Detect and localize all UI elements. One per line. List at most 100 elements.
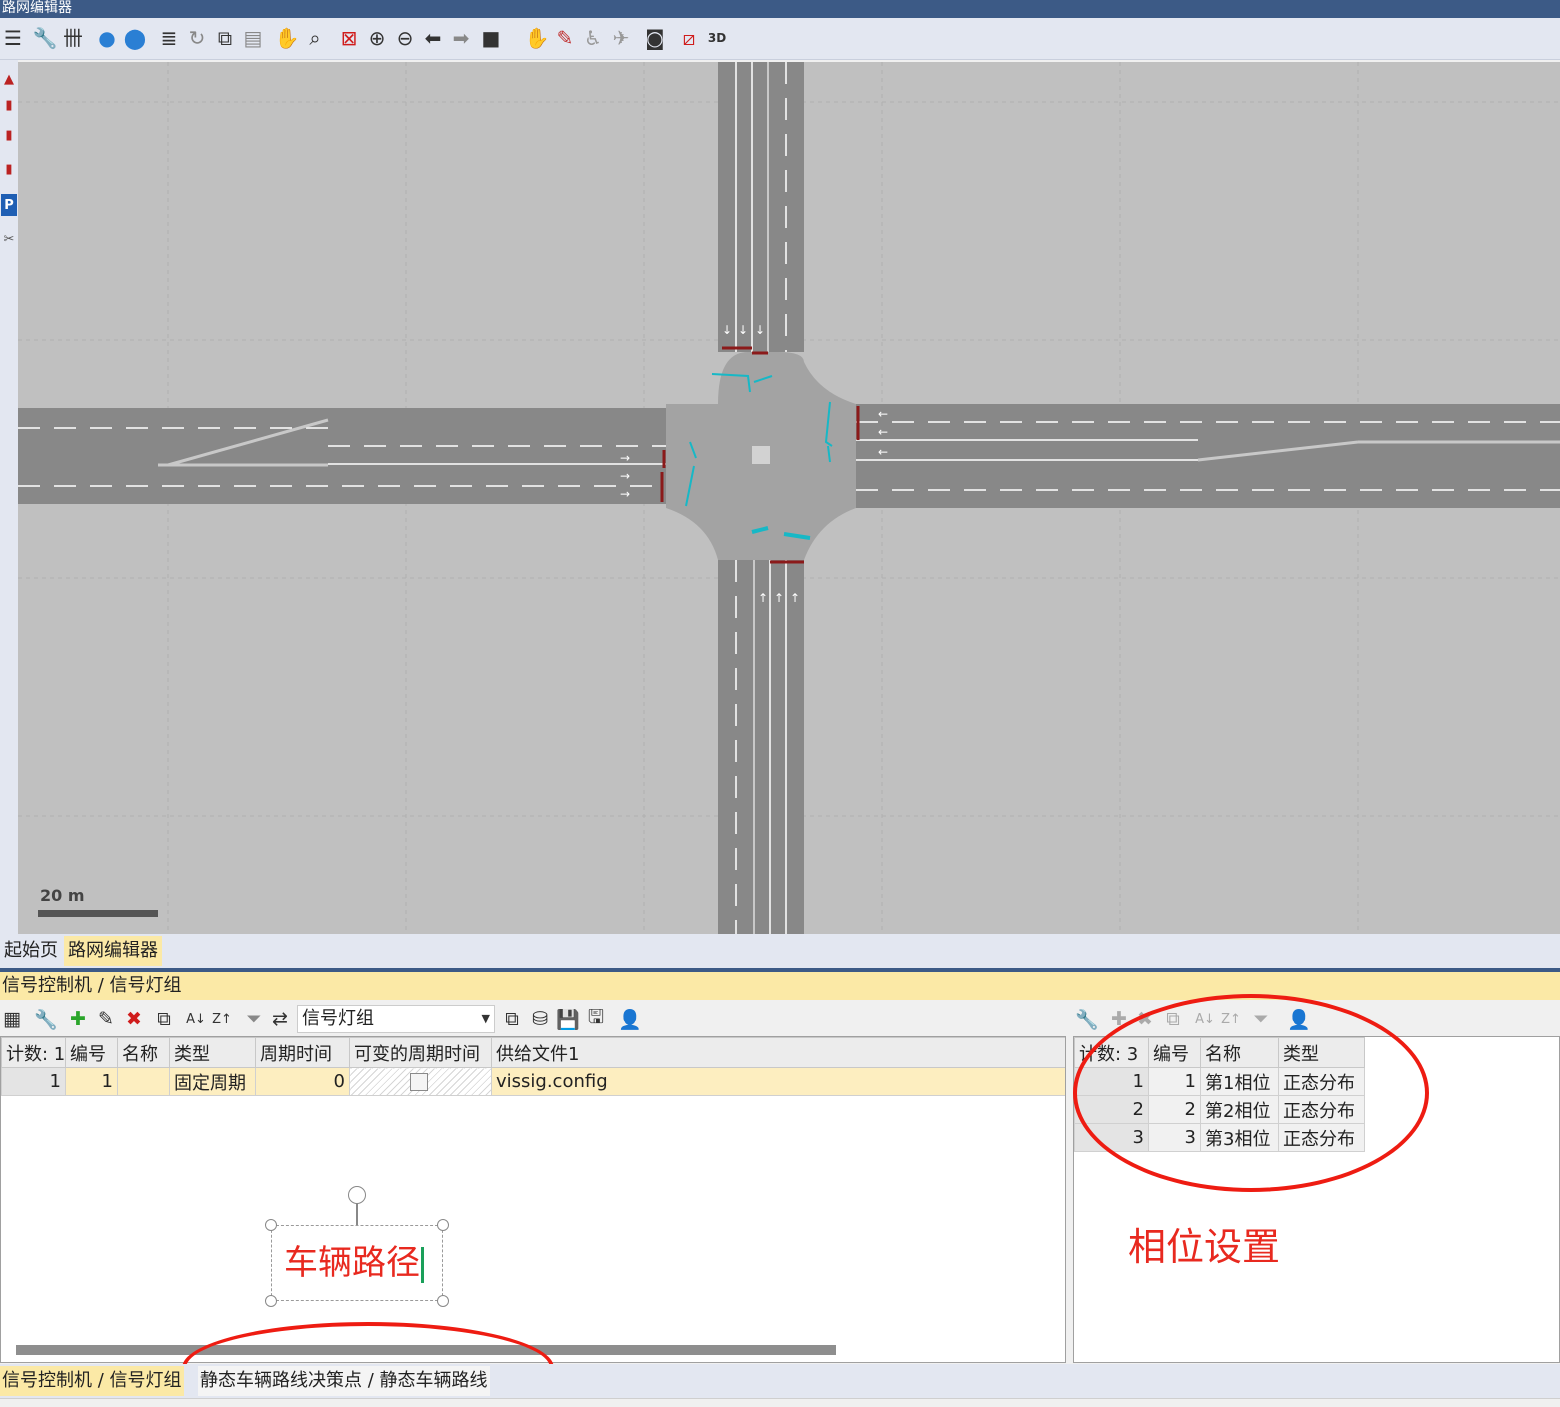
scale-label: 20 m (40, 886, 85, 905)
col-variable-cycle[interactable]: 可变的周期时间 (349, 1037, 492, 1068)
variable-cycle-checkbox[interactable] (410, 1073, 428, 1091)
arrow-right-icon[interactable]: ➡ (448, 25, 474, 51)
svg-text:↓: ↓ (722, 323, 732, 337)
col-supply-file[interactable]: 供给文件1 (491, 1037, 1065, 1068)
row-index[interactable]: 1 (1, 1067, 66, 1096)
svg-text:↑: ↑ (790, 591, 800, 605)
cell-variable-cycle[interactable] (349, 1067, 492, 1096)
annotation-vehicle-route-text: 车辆路径 (284, 1243, 420, 1283)
col-name[interactable]: 名称 (117, 1037, 170, 1068)
col-number[interactable]: 编号 (65, 1037, 118, 1068)
save-icon[interactable]: 💾 (556, 1006, 580, 1032)
edit-icon[interactable]: ✎ (94, 1006, 118, 1032)
database-icon[interactable]: ⛁ (528, 1006, 552, 1032)
signal-head-icon[interactable]: ▮ (1, 158, 17, 180)
svg-text:→: → (620, 451, 630, 465)
list-type-select[interactable]: 信号灯组 ▼ (297, 1005, 495, 1033)
parking-icon[interactable]: P (1, 194, 17, 216)
add-icon[interactable]: ✚ (66, 1006, 90, 1032)
delete-icon[interactable]: ✖ (122, 1006, 146, 1032)
left-toolstrip: ▲ ▮ ▮ ▮ P ✂ (0, 60, 18, 936)
camera-icon[interactable]: ■ (478, 25, 504, 51)
rotate-handle-line (356, 1201, 358, 1225)
document-tabs: 起始页 路网编辑器 (0, 934, 1560, 968)
3d-view-icon[interactable]: 3D (704, 25, 730, 51)
annotation-phase-setting: 相位设置 (1128, 1225, 1281, 1269)
tab-network-editor[interactable]: 路网编辑器 (64, 936, 162, 966)
tab-signal-groups[interactable]: 信号控制机 / 信号灯组 (0, 1366, 184, 1396)
network-canvas[interactable]: ↓ ↓ ↓ ↑ ↑ ↑ → → → ← ← ← 20 m (18, 62, 1560, 934)
wrench-icon[interactable]: 🔧 (34, 1006, 58, 1032)
road-network-drawing: ↓ ↓ ↓ ↑ ↑ ↑ → → → ← ← ← (18, 62, 1560, 934)
list-icon[interactable]: ≣ (156, 25, 182, 51)
pedestrian-icon[interactable]: ♿ (580, 25, 606, 51)
signal-controller-grid[interactable]: 计数: 1 编号 名称 类型 周期时间 可变的周期时间 供给文件1 1 1 固定… (0, 1036, 1066, 1363)
signal-head-icon[interactable]: ▮ (1, 124, 17, 146)
sort-descending-icon[interactable]: Z↑ (210, 1006, 234, 1032)
col-count[interactable]: 计数: 1 (1, 1037, 66, 1068)
signal-head-icon[interactable]: ▮ (1, 94, 17, 116)
refresh-icon[interactable]: ↻ (184, 25, 210, 51)
user-add-icon[interactable]: 👤 (618, 1006, 642, 1032)
table-row[interactable]: 1 1 固定周期 0 vissig.config (1, 1067, 1065, 1096)
svg-text:→: → (620, 469, 630, 483)
scale-bar (38, 910, 158, 917)
svg-text:←: ← (878, 407, 888, 421)
left-list-toolbar: ▦ 🔧 ✚ ✎ ✖ ⧉ A↓ Z↑ ⏷ ⇄ 信号灯组 ▼ ⧉ ⛁ 💾 🖫 👤 (0, 1002, 1066, 1036)
text-caret (421, 1246, 424, 1283)
cell-supply-file[interactable]: vissig.config (491, 1067, 1065, 1096)
annotation-vehicle-route[interactable]: 车辆路径 (284, 1240, 424, 1286)
resize-handle[interactable] (437, 1295, 449, 1307)
clipboard-icon[interactable]: ▤ (240, 25, 266, 51)
bottom-list-tabs: 信号控制机 / 信号灯组 静态车辆路线决策点 / 静态车辆路线 (0, 1364, 1560, 1398)
svg-text:←: ← (878, 445, 888, 459)
cell-type[interactable]: 固定周期 (169, 1067, 256, 1096)
layout-menu-icon[interactable]: ▦ (0, 1006, 24, 1032)
scissors-icon[interactable]: ✂ (1, 228, 17, 250)
save-as-icon[interactable]: 🖫 (584, 1006, 608, 1032)
cell-cycle-time[interactable]: 0 (255, 1067, 350, 1096)
status-bar (0, 1398, 1560, 1407)
chevron-down-icon: ▼ (481, 1012, 490, 1025)
duplicate-icon[interactable]: ⧉ (152, 1006, 176, 1032)
ruler-icon[interactable]: ✎ (552, 25, 578, 51)
resize-handle[interactable] (265, 1219, 277, 1231)
sync-icon[interactable]: ⇄ (268, 1006, 292, 1032)
screenshot-icon[interactable]: ◙ (642, 25, 668, 51)
wrench-icon[interactable]: 🔧 (32, 25, 58, 51)
signal-controller-table: 计数: 1 编号 名称 类型 周期时间 可变的周期时间 供给文件1 1 1 固定… (1, 1037, 1065, 1096)
menu-icon[interactable]: ☰ (0, 25, 26, 51)
window-title: 路网编辑器 (0, 0, 1560, 18)
filter-icon[interactable]: ⏷ (242, 1006, 266, 1032)
cell-name[interactable] (117, 1067, 170, 1096)
list-type-value: 信号灯组 (302, 1008, 374, 1029)
svg-text:↑: ↑ (758, 591, 768, 605)
hand-grab-icon[interactable]: ✋ (524, 25, 550, 51)
map-pin-icon[interactable]: ⬤ (122, 25, 148, 51)
col-type[interactable]: 类型 (169, 1037, 256, 1068)
list-panel-title: 信号控制机 / 信号灯组 (0, 972, 1560, 1000)
svg-text:↑: ↑ (774, 591, 784, 605)
rotate-handle[interactable] (348, 1186, 366, 1204)
zoom-out-icon[interactable]: ⊖ (392, 25, 418, 51)
globe-icon[interactable]: ● (94, 25, 120, 51)
cell-number[interactable]: 1 (65, 1067, 118, 1096)
zoom-in-icon[interactable]: ⊕ (364, 25, 390, 51)
resize-handle[interactable] (437, 1219, 449, 1231)
3d-box-icon[interactable]: ⧄ (676, 25, 702, 51)
arrow-left-icon[interactable]: ⬅ (420, 25, 446, 51)
plane-icon[interactable]: ✈ (608, 25, 634, 51)
copy-icon[interactable]: ⧉ (212, 25, 238, 51)
copy-icon[interactable]: ⧉ (500, 1006, 524, 1032)
grid-icon[interactable]: 卌 (60, 25, 86, 51)
zoom-fit-icon[interactable]: ⊠ (336, 25, 362, 51)
resize-handle[interactable] (265, 1295, 277, 1307)
sort-ascending-icon[interactable]: A↓ (184, 1006, 208, 1032)
tab-static-routes[interactable]: 静态车辆路线决策点 / 静态车辆路线 (198, 1366, 490, 1396)
tab-start-page[interactable]: 起始页 (0, 936, 62, 966)
col-cycle-time[interactable]: 周期时间 (255, 1037, 350, 1068)
signal-head-icon[interactable]: ▲ (1, 68, 17, 90)
zoom-area-icon[interactable]: ⌕ (302, 25, 328, 51)
hand-pan-icon[interactable]: ✋ (274, 25, 300, 51)
wrench-icon[interactable]: 🔧 (1075, 1006, 1099, 1032)
